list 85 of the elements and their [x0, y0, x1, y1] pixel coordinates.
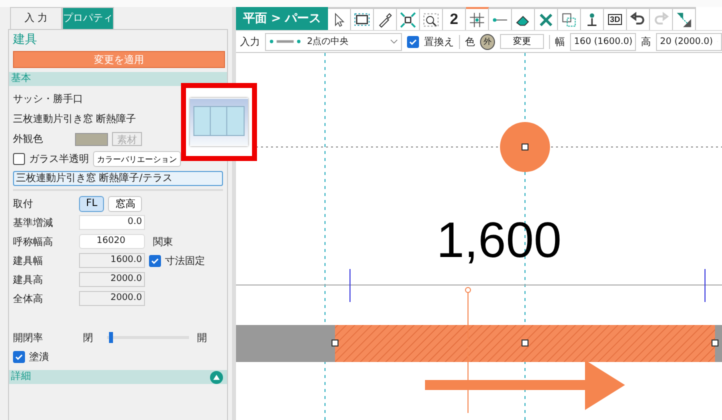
toolbar-button[interactable]	[512, 7, 535, 30]
undo-icon	[630, 12, 646, 28]
dropdown-value: 20 (2000.0)	[660, 36, 713, 46]
toolbar-button[interactable]	[420, 7, 443, 30]
grid-icon	[469, 12, 485, 28]
line-icon	[492, 16, 508, 22]
input-field: 2000.0	[79, 272, 145, 287]
eyedropper-icon	[377, 12, 393, 28]
product-name: 三枚連動片引き窓 断熱障子	[13, 112, 138, 127]
color-button[interactable]: 外	[480, 34, 496, 50]
width-label: 幅	[555, 36, 565, 48]
toolbar-button[interactable]	[466, 7, 489, 30]
toolbar-button[interactable]: 3D	[604, 7, 627, 30]
select-rect-icon	[354, 12, 370, 28]
exterior-label: 外観色	[13, 133, 44, 146]
input-mode-dropdown[interactable]: 2点の中央	[265, 32, 402, 50]
toolbar-button[interactable]	[397, 7, 420, 30]
input-field[interactable]: 16020	[79, 234, 145, 249]
checkbox[interactable]	[13, 153, 25, 165]
region-label: 関東	[153, 236, 173, 248]
handle[interactable]	[712, 340, 718, 346]
field-label: 建具高	[13, 274, 44, 286]
copy-icon	[561, 12, 577, 28]
field-label: 建具幅	[13, 254, 44, 268]
line-style-icon	[269, 38, 303, 45]
height-label: 高	[641, 36, 651, 48]
section-title: 基本	[11, 72, 31, 86]
window-icon	[190, 98, 248, 146]
input-label: 入力	[240, 36, 260, 48]
input-field: 1600.0	[79, 253, 145, 268]
slider-thumb[interactable]	[109, 332, 114, 343]
height-dropdown[interactable]: 20 (2000.0)	[656, 32, 722, 50]
category-label: サッシ・勝手口	[13, 92, 84, 107]
redo-icon	[653, 12, 669, 28]
panel-title: 建具	[12, 31, 38, 48]
check-icon	[408, 36, 418, 46]
input-field: 2000.0	[79, 291, 145, 306]
change-button[interactable]: 変更	[500, 34, 544, 49]
checkbox-label: ガラス半透明	[29, 152, 89, 166]
center-point-marker[interactable]	[500, 122, 550, 172]
toolbar-button[interactable]	[627, 7, 650, 30]
field-label: 呼称幅高	[13, 236, 54, 248]
mount-label: 取付	[13, 198, 34, 210]
checkbox-label: 塗潰	[29, 350, 49, 364]
mount-option[interactable]: FL	[79, 196, 104, 212]
color-label: 色	[465, 36, 476, 48]
check-icon	[14, 352, 24, 362]
checkbox[interactable]	[13, 350, 25, 362]
checkbox[interactable]	[149, 254, 161, 266]
toolbar-button[interactable]	[673, 7, 696, 30]
input-field[interactable]: 0.0	[79, 215, 145, 230]
check-icon	[150, 256, 160, 266]
width-dropdown[interactable]: 160 (1600.0)	[570, 32, 636, 50]
toolbar-button[interactable]	[581, 7, 604, 30]
toolbar-button[interactable]	[558, 7, 581, 30]
zoom-icon	[423, 12, 439, 28]
checkbox-label: 置換え	[424, 36, 454, 48]
dropdown-value: 160 (1600.0)	[574, 36, 633, 46]
fit-icon	[400, 12, 416, 28]
mount-option[interactable]: 窓高	[108, 196, 142, 212]
toolbar-button[interactable]	[374, 7, 397, 30]
color-swatch[interactable]	[75, 132, 108, 146]
dimension-tick	[704, 268, 706, 302]
collapse-icon[interactable]	[210, 370, 223, 384]
field-label: 全体高	[13, 292, 44, 306]
panel-tab[interactable]: 入 力	[10, 7, 62, 29]
field-label: 基準増減	[13, 216, 54, 230]
toolbar-button[interactable]: 2	[443, 7, 466, 30]
window-thumbnail[interactable]	[181, 83, 257, 161]
handle[interactable]	[332, 340, 338, 346]
dropdown-value: 2点の中央	[307, 36, 350, 48]
open-label: 開	[197, 332, 207, 344]
dimension-text: 1,600	[436, 212, 562, 268]
checkbox[interactable]	[407, 36, 420, 48]
variation-button[interactable]: カラーバリエーション	[93, 151, 181, 167]
snap-icon	[676, 12, 692, 28]
handle[interactable]	[522, 144, 528, 150]
closed-label: 閉	[83, 332, 93, 344]
handle[interactable]	[522, 340, 528, 346]
checkbox-label: 寸法固定	[165, 254, 205, 268]
section-title: 詳細	[11, 370, 31, 384]
toolbar-button[interactable]	[328, 7, 351, 30]
ratio-label: 開閉率	[13, 332, 44, 344]
name-field[interactable]: 三枚連動片引き窓 断熱障子/テラス	[13, 171, 223, 186]
toolbar-button[interactable]	[351, 7, 374, 30]
